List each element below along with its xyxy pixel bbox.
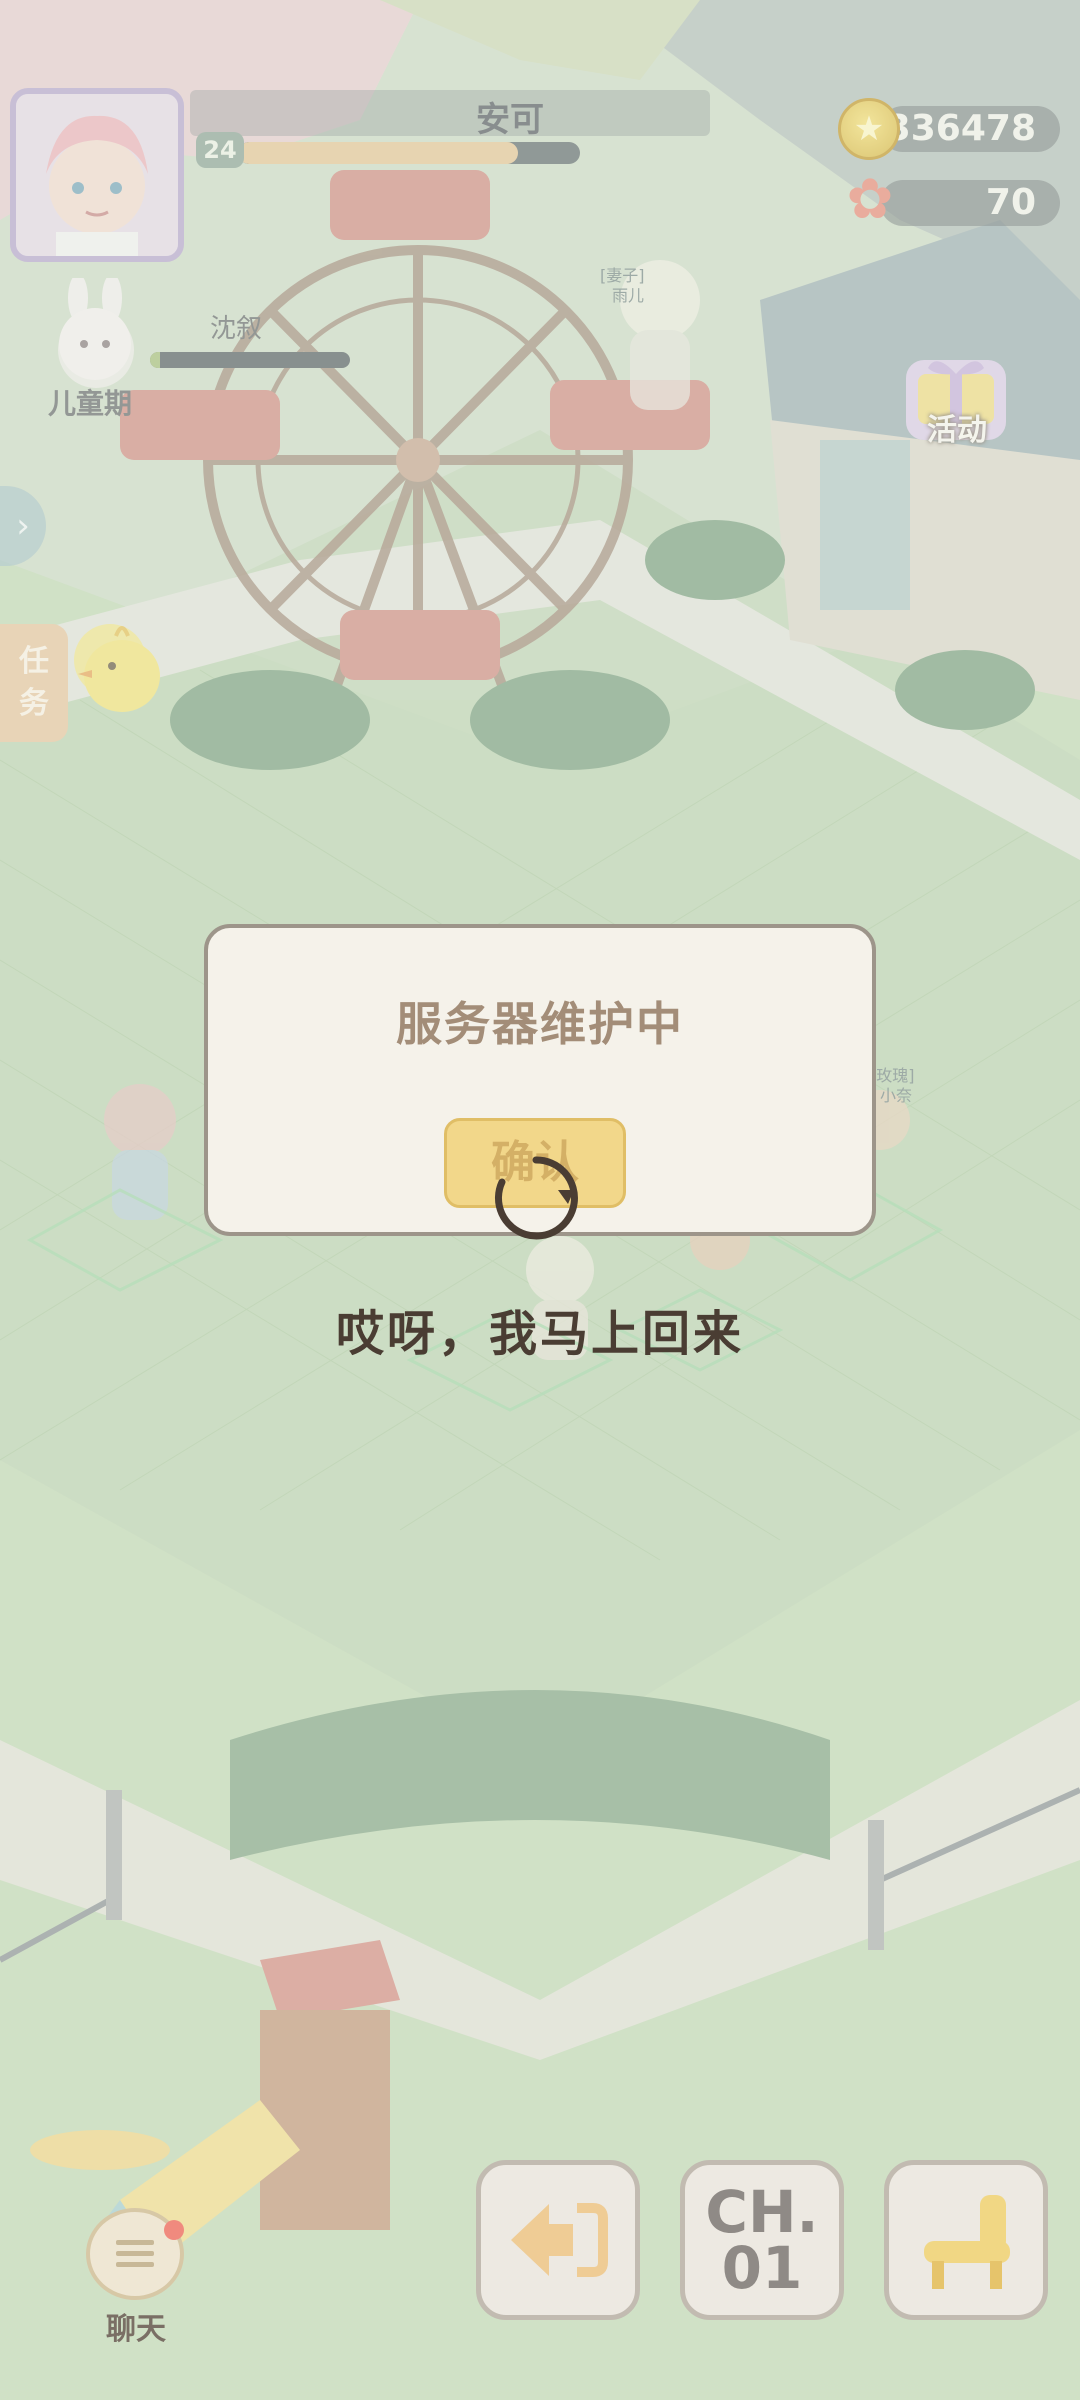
exit-arrow-icon — [511, 2203, 608, 2277]
game-screen: { "player": { "name": "安可", "level": "24… — [0, 0, 1080, 2400]
chat-notification-dot — [164, 2220, 184, 2240]
chat-lines-icon — [116, 2240, 154, 2267]
loading-spinner-icon — [494, 1156, 578, 1240]
chapter-label: CH. 01 — [705, 2178, 819, 2302]
chapter-button[interactable]: CH. 01 — [680, 2160, 844, 2320]
chat-label[interactable]: 聊天 — [96, 2304, 176, 2348]
chapter-number: 01 — [721, 2234, 803, 2302]
loading-message: 哎呀，我马上回来 — [335, 1306, 744, 1362]
exit-button[interactable] — [476, 2160, 640, 2320]
chapter-prefix: CH. — [705, 2178, 819, 2246]
dialog-title: 服务器维护中 — [396, 997, 684, 1051]
furniture-button[interactable] — [884, 2160, 1048, 2320]
chair-icon — [924, 2195, 1010, 2289]
